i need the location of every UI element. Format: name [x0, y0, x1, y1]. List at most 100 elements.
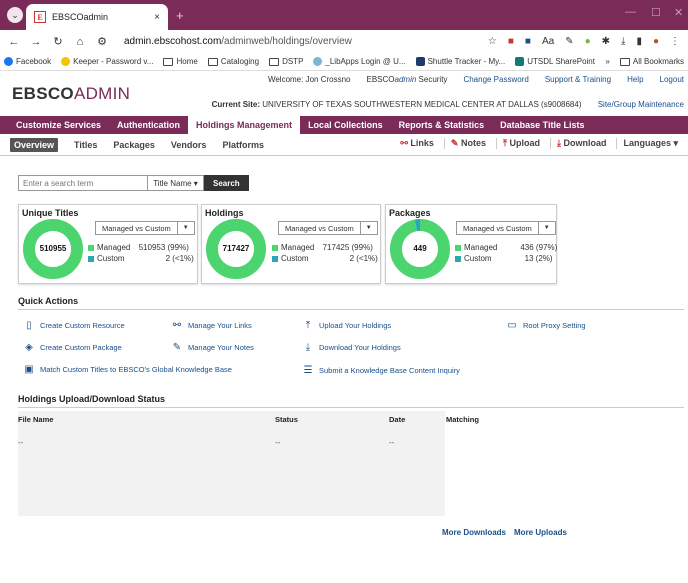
reload-icon[interactable]: ↻ — [52, 35, 64, 48]
legend-managed: Managed 510953 (99%) — [88, 242, 194, 253]
folder-icon — [619, 57, 630, 66]
facebook-icon — [4, 57, 13, 66]
tab-search-chevron-icon[interactable]: ⌄ — [7, 7, 23, 23]
back-icon[interactable]: ← — [8, 36, 20, 48]
col-file-name: File Name — [18, 415, 54, 424]
change-password-link[interactable]: Change Password — [463, 75, 528, 84]
search-input[interactable] — [18, 175, 148, 191]
sub-nav: Overview Titles Packages Vendors Platfor… — [0, 134, 688, 156]
menu-kebab-icon[interactable]: ⋮ — [670, 36, 680, 47]
minimize-icon[interactable]: — — [625, 6, 636, 18]
tab-database-title-lists[interactable]: Database Title Lists — [492, 116, 592, 134]
bookmark-dstp[interactable]: DSTP — [269, 57, 303, 66]
status-table-body — [18, 426, 445, 516]
forward-icon[interactable]: → — [30, 36, 42, 48]
security-link[interactable]: EBSCOadmin Security — [367, 75, 448, 84]
subtab-packages[interactable]: Packages — [113, 140, 155, 150]
layers-icon: ◈ — [25, 342, 33, 353]
main-nav: Customize Services Authentication Holdin… — [0, 116, 688, 134]
bookmark-home[interactable]: Home — [163, 57, 198, 66]
card-view-select[interactable]: Managed vs Custom ▼ — [456, 221, 556, 235]
manage-notes-link[interactable]: ✎ Manage Your Notes — [172, 342, 254, 353]
puzzle-icon[interactable]: ✱ — [602, 36, 610, 47]
search-button[interactable]: Search — [204, 175, 249, 191]
subtab-vendors[interactable]: Vendors — [171, 140, 207, 150]
upload-button[interactable]: ⤒ Upload — [495, 138, 546, 149]
search-field-select[interactable]: Title Name ▾ — [148, 175, 204, 191]
help-link[interactable]: Help — [627, 75, 643, 84]
root-proxy-link[interactable]: ▭ Root Proxy Setting — [507, 320, 585, 331]
extension-icon[interactable]: ● — [585, 36, 591, 47]
match-custom-titles-link[interactable]: ▣ Match Custom Titles to EBSCO's Global K… — [24, 364, 232, 375]
tab-holdings-management[interactable]: Holdings Management — [188, 116, 301, 134]
bookmarks-overflow-icon[interactable]: » — [605, 57, 609, 66]
bookmark-sharepoint[interactable]: UTSDL SharePoint — [515, 57, 595, 66]
list-icon: ☰ — [303, 365, 313, 376]
donut-total: 717427 — [222, 244, 250, 253]
download-icon: ⤓ — [556, 138, 561, 148]
cell-status: -- — [275, 438, 281, 447]
links-button[interactable]: ⚯ Links — [394, 138, 440, 149]
subtab-titles[interactable]: Titles — [74, 140, 97, 150]
manage-links-link[interactable]: ⚯ Manage Your Links — [172, 320, 252, 331]
new-tab-icon[interactable]: + — [176, 8, 184, 23]
card-view-select[interactable]: Managed vs Custom ▼ — [278, 221, 378, 235]
ut-icon — [415, 57, 425, 66]
tab-authentication[interactable]: Authentication — [109, 116, 188, 134]
download-button[interactable]: ⤓ Download — [549, 138, 613, 149]
home-icon[interactable]: ⌂ — [74, 36, 86, 48]
tab-reports-statistics[interactable]: Reports & Statistics — [391, 116, 493, 134]
profile-avatar-icon[interactable]: ● — [653, 36, 659, 47]
create-custom-package-link[interactable]: ◈ Create Custom Package — [24, 342, 122, 353]
close-window-icon[interactable]: ✕ — [674, 6, 683, 19]
submit-inquiry-link[interactable]: ☰ Submit a Knowledge Base Content Inquiry — [303, 365, 460, 376]
support-link[interactable]: Support & Training — [545, 75, 611, 84]
subtab-overview[interactable]: Overview — [10, 137, 59, 152]
tab-customize-services[interactable]: Customize Services — [8, 116, 109, 134]
upload-holdings-link[interactable]: ⤒ Upload Your Holdings — [303, 320, 391, 331]
sidepanel-icon[interactable]: ▮ — [636, 36, 642, 47]
current-site: Current Site: UNIVERSITY OF TEXAS SOUTHW… — [211, 100, 684, 109]
maximize-icon[interactable]: ☐ — [651, 6, 661, 19]
extension-icon[interactable]: ■ — [525, 36, 531, 47]
reader-icon[interactable]: Aa — [542, 36, 554, 47]
bookmark-keeper[interactable]: Keeper - Password v... — [61, 57, 153, 66]
upload-icon: ⤒ — [305, 320, 311, 331]
url-field[interactable]: admin.ebscohost.com/adminweb/holdings/ov… — [124, 36, 478, 47]
pen-icon[interactable]: ✎ — [565, 36, 573, 47]
tab-local-collections[interactable]: Local Collections — [300, 116, 391, 134]
legend-unique-titles: Managed 510953 (99%) Custom 2 (<1%) — [88, 242, 194, 264]
upload-icon: ⤒ — [502, 138, 507, 148]
tab-close-icon[interactable]: × — [154, 12, 160, 23]
subtab-platforms[interactable]: Platforms — [222, 140, 264, 150]
browser-tab[interactable]: E EBSCOadmin × — [26, 4, 168, 30]
site-info-icon[interactable]: ⚙ — [96, 35, 108, 48]
card-title: Packages — [389, 208, 431, 218]
download-icon[interactable]: ⤓ — [621, 36, 625, 47]
languages-button[interactable]: Languages ▾ — [616, 138, 684, 149]
cell-file: -- — [18, 438, 24, 447]
legend-managed: Managed 717425 (99%) — [272, 242, 378, 253]
notes-button[interactable]: ✎ Notes — [443, 138, 492, 149]
download-holdings-link[interactable]: ⤓ Download Your Holdings — [303, 342, 401, 353]
legend-managed: Managed 436 (97%) — [455, 242, 557, 253]
more-uploads-link[interactable]: More Uploads — [514, 528, 567, 537]
all-bookmarks[interactable]: All Bookmarks — [619, 57, 684, 66]
create-custom-resource-link[interactable]: ▯ Create Custom Resource — [24, 320, 124, 331]
search-row: Title Name ▾ Search — [18, 175, 249, 191]
site-group-link[interactable]: Site/Group Maintenance — [598, 100, 684, 109]
bookmark-shuttle[interactable]: Shuttle Tracker - My... — [415, 57, 505, 66]
card-view-select[interactable]: Managed vs Custom ▼ — [95, 221, 195, 235]
logout-link[interactable]: Logout — [660, 75, 684, 84]
bookmark-facebook[interactable]: Facebook — [4, 57, 51, 66]
more-downloads-link[interactable]: More Downloads — [442, 528, 506, 537]
chevron-down-icon: ▼ — [543, 225, 550, 231]
col-matching: Matching — [446, 415, 479, 424]
bookmark-cataloging[interactable]: Cataloging — [207, 57, 259, 66]
extension-icon[interactable]: ■ — [508, 36, 514, 47]
bookmark-star-icon[interactable]: ☆ — [488, 36, 497, 47]
divider — [18, 407, 684, 408]
bookmark-libapps[interactable]: _LibApps Login @ U... — [313, 57, 406, 66]
link-icon: ⚯ — [172, 320, 182, 331]
ebsco-admin-logo[interactable]: EBSCOADMIN — [12, 84, 130, 104]
